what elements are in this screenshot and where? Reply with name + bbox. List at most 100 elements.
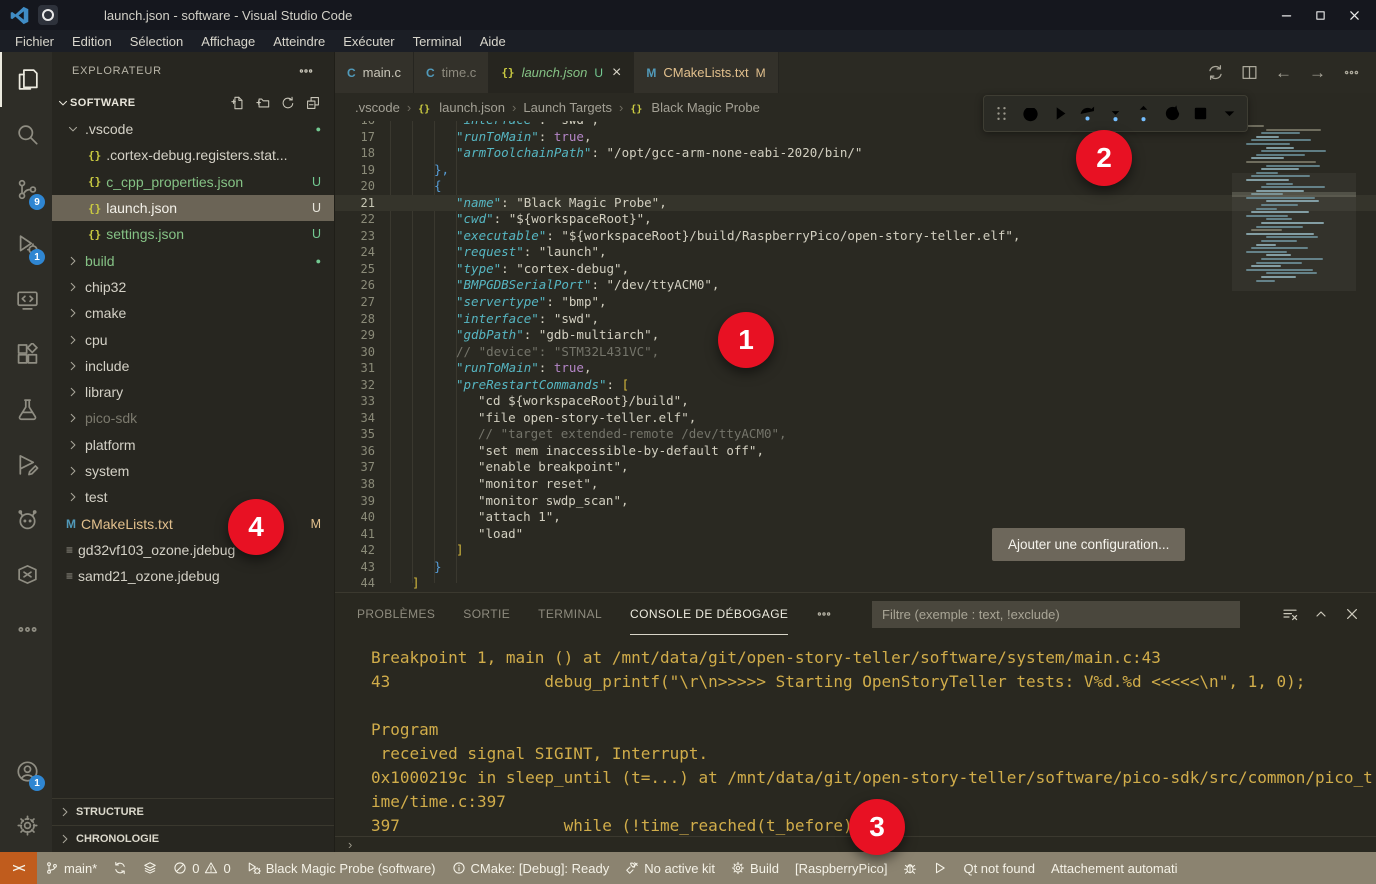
tree-item-launch-json[interactable]: {}launch.jsonU bbox=[52, 195, 334, 221]
status-cmake-kit[interactable]: No active kit bbox=[617, 852, 723, 884]
breadcrumb-item-launch-json[interactable]: {} launch.json bbox=[418, 100, 505, 115]
code-line-23[interactable]: 23"executable": "${workspaceRoot}/build/… bbox=[335, 228, 1376, 245]
tree-item-cmake[interactable]: cmake bbox=[52, 300, 334, 326]
tree-item-library[interactable]: library bbox=[52, 379, 334, 405]
tree-item-settings-json[interactable]: {}settings.jsonU bbox=[52, 221, 334, 247]
menu-affichage[interactable]: Affichage bbox=[192, 34, 264, 49]
debug-step-out-icon[interactable] bbox=[1134, 101, 1153, 127]
menu-fichier[interactable]: Fichier bbox=[6, 34, 63, 49]
activity-robot-extension[interactable] bbox=[0, 492, 52, 547]
tree-item-c-cpp-properties-json[interactable]: {}c_cpp_properties.jsonU bbox=[52, 169, 334, 195]
activity-more-views[interactable] bbox=[0, 602, 52, 657]
debug-step-into-icon[interactable] bbox=[1106, 101, 1125, 127]
menu-s-lection[interactable]: Sélection bbox=[121, 34, 192, 49]
activity-accounts[interactable]: 1 bbox=[0, 744, 52, 798]
tab-launch-json[interactable]: {}launch.jsonU× bbox=[489, 52, 634, 93]
menu-ex-cuter[interactable]: Exécuter bbox=[334, 34, 403, 49]
debug-continue-icon[interactable] bbox=[1049, 101, 1068, 127]
close-icon[interactable] bbox=[1344, 606, 1360, 622]
code-line-35[interactable]: 35// "target extended-remote /dev/ttyACM… bbox=[335, 426, 1376, 443]
code-line-36[interactable]: 36"set mem inaccessible-by-default off", bbox=[335, 443, 1376, 460]
debug-restart-icon[interactable] bbox=[1163, 101, 1182, 127]
new-folder-icon[interactable] bbox=[256, 96, 270, 110]
breadcrumb-item-black-magic-probe[interactable]: {} Black Magic Probe bbox=[630, 100, 759, 115]
timeline-section[interactable]: CHRONOLOGIE bbox=[52, 825, 334, 852]
activity-explorer[interactable] bbox=[0, 52, 52, 107]
menu-terminal[interactable]: Terminal bbox=[404, 34, 471, 49]
status-sync-changes[interactable] bbox=[105, 852, 135, 884]
debug-power-icon[interactable] bbox=[1020, 101, 1039, 127]
code-line-27[interactable]: 27"servertype": "bmp", bbox=[335, 294, 1376, 311]
activity-source-control[interactable]: 9 bbox=[0, 162, 52, 217]
code-line-37[interactable]: 37"enable breakpoint", bbox=[335, 459, 1376, 476]
code-line-31[interactable]: 31"runToMain": true, bbox=[335, 360, 1376, 377]
status-cmake-status[interactable]: CMake: [Debug]: Ready bbox=[444, 852, 618, 884]
panel-tab-sortie[interactable]: SORTIE bbox=[463, 593, 510, 635]
code-line-38[interactable]: 38"monitor reset", bbox=[335, 476, 1376, 493]
new-file-icon[interactable] bbox=[231, 96, 245, 110]
activity-run-and-debug[interactable]: 1 bbox=[0, 217, 52, 272]
tree-item-cmakelists-txt[interactable]: MCMakeLists.txtM bbox=[52, 510, 334, 536]
open-changes-icon[interactable] bbox=[1207, 64, 1224, 81]
remote-indicator[interactable]: >< bbox=[0, 852, 37, 884]
debug-step-over-icon[interactable] bbox=[1077, 101, 1096, 127]
minimap-slider[interactable] bbox=[1232, 173, 1356, 291]
status-auto-attach[interactable]: Attachement automati bbox=[1043, 852, 1185, 884]
activity-settings[interactable] bbox=[0, 798, 52, 852]
code-line-25[interactable]: 25"type": "cortex-debug", bbox=[335, 261, 1376, 278]
chevron-up-icon[interactable] bbox=[1313, 606, 1329, 622]
sidebar-more-icon[interactable] bbox=[298, 63, 314, 79]
code-line-28[interactable]: 28"interface": "swd", bbox=[335, 311, 1376, 328]
code-line-24[interactable]: 24"request": "launch", bbox=[335, 244, 1376, 261]
status-qt-status[interactable]: Qt not found bbox=[955, 852, 1043, 884]
tree-item-cpu[interactable]: cpu bbox=[52, 326, 334, 352]
close-window-button[interactable] bbox=[1342, 6, 1366, 24]
tree-item-build[interactable]: build● bbox=[52, 247, 334, 273]
tree-item-include[interactable]: include bbox=[52, 353, 334, 379]
split-editor-icon[interactable] bbox=[1241, 64, 1258, 81]
code-line-43[interactable]: 43} bbox=[335, 559, 1376, 576]
panel-tab-probl-mes[interactable]: PROBLÈMES bbox=[357, 593, 435, 635]
tree-item-system[interactable]: system bbox=[52, 458, 334, 484]
code-line-40[interactable]: 40"attach 1", bbox=[335, 509, 1376, 526]
panel-tab-console-de-d-bogage[interactable]: CONSOLE DE DÉBOGAGE bbox=[630, 593, 788, 635]
code-line-21[interactable]: 21"name": "Black Magic Probe", bbox=[335, 195, 1376, 212]
activity-cmake-tools[interactable] bbox=[0, 437, 52, 492]
status-problems[interactable]: 00 bbox=[165, 852, 238, 884]
arrow-right-icon[interactable]: → bbox=[1309, 64, 1326, 81]
tree-item-samd21-ozone-jdebug[interactable]: ≡samd21_ozone.jdebug bbox=[52, 563, 334, 589]
tree-item-pico-sdk[interactable]: pico-sdk bbox=[52, 405, 334, 431]
panel-more-icon[interactable] bbox=[816, 606, 832, 622]
code-line-44[interactable]: 44] bbox=[335, 575, 1376, 592]
debug-gripper-icon[interactable] bbox=[992, 101, 1011, 127]
console-filter-input[interactable] bbox=[872, 601, 1240, 628]
tree-item-cortex-debug-registers-stat[interactable]: {}.cortex-debug.registers.stat... bbox=[52, 142, 334, 168]
close-icon[interactable]: × bbox=[612, 64, 621, 82]
minimap[interactable] bbox=[1232, 121, 1356, 351]
tree-item-test[interactable]: test bbox=[52, 484, 334, 510]
panel-tab-terminal[interactable]: TERMINAL bbox=[538, 593, 602, 635]
code-line-19[interactable]: 19}, bbox=[335, 162, 1376, 179]
breadcrumb-item-launch-targets[interactable]: Launch Targets bbox=[523, 100, 612, 115]
clear-console-icon[interactable] bbox=[1282, 606, 1298, 622]
minimize-button[interactable] bbox=[1274, 6, 1298, 24]
breadcrumb-item-vscode[interactable]: .vscode bbox=[355, 100, 400, 115]
code-line-29[interactable]: 29"gdbPath": "gdb-multiarch", bbox=[335, 327, 1376, 344]
code-line-26[interactable]: 26"BMPGDBSerialPort": "/dev/ttyACM0", bbox=[335, 277, 1376, 294]
status-debug-configuration[interactable]: Black Magic Probe (software) bbox=[239, 852, 444, 884]
outline-section[interactable]: STRUCTURE bbox=[52, 798, 334, 825]
code-line-39[interactable]: 39"monitor swdp_scan", bbox=[335, 493, 1376, 510]
debug-chevron-down-icon[interactable] bbox=[1220, 101, 1239, 127]
tree-item-platform[interactable]: platform bbox=[52, 432, 334, 458]
add-configuration-button[interactable]: Ajouter une configuration... bbox=[992, 528, 1185, 561]
activity-remote-explorer[interactable] bbox=[0, 272, 52, 327]
collapse-all-icon[interactable] bbox=[306, 96, 320, 110]
status-git-branch[interactable]: main* bbox=[37, 852, 105, 884]
workspace-section-header[interactable]: SOFTWARE bbox=[52, 90, 334, 116]
status-launch-target[interactable] bbox=[925, 852, 955, 884]
menu-aide[interactable]: Aide bbox=[471, 34, 515, 49]
tab-cmakelists-txt[interactable]: MCMakeLists.txtM bbox=[634, 52, 778, 93]
ellipsis-icon[interactable] bbox=[1343, 64, 1360, 81]
status-compare-changes[interactable] bbox=[135, 852, 165, 884]
activity-box-extension[interactable] bbox=[0, 547, 52, 602]
